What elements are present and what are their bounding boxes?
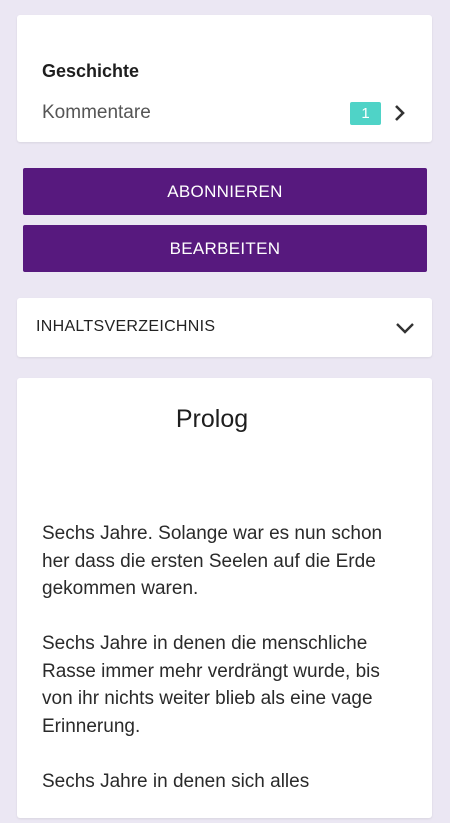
chapter-title: Prolog xyxy=(175,405,249,433)
toc-label: INHALTSVERZEICHNIS xyxy=(36,318,216,335)
chapter-body: Sechs Jahre. Solange war es nun schon he… xyxy=(42,520,412,823)
chapter-paragraph: Sechs Jahre in denen die menschliche Ras… xyxy=(42,633,380,737)
story-card: Geschichte Kommentare 1 xyxy=(17,15,432,142)
chapter-content: Prolog Sechs Jahre. Solange war es nun s… xyxy=(17,378,432,818)
chapter-paragraph: Sechs Jahre in denen sich alles xyxy=(42,770,310,792)
chapter-paragraph: Sechs Jahre. Solange war es nun schon he… xyxy=(42,523,383,599)
edit-button[interactable]: BEARBEITEN xyxy=(23,225,427,272)
subscribe-button[interactable]: ABONNIEREN xyxy=(23,168,427,215)
chevron-right-icon xyxy=(392,104,408,122)
comments-row[interactable]: Kommentare 1 xyxy=(17,85,432,137)
chevron-down-icon xyxy=(395,320,415,336)
comments-count-badge: 1 xyxy=(350,102,381,125)
table-of-contents-toggle[interactable]: INHALTSVERZEICHNIS xyxy=(17,298,432,357)
comments-label: Kommentare xyxy=(42,102,151,123)
story-title: Geschichte xyxy=(42,61,140,81)
